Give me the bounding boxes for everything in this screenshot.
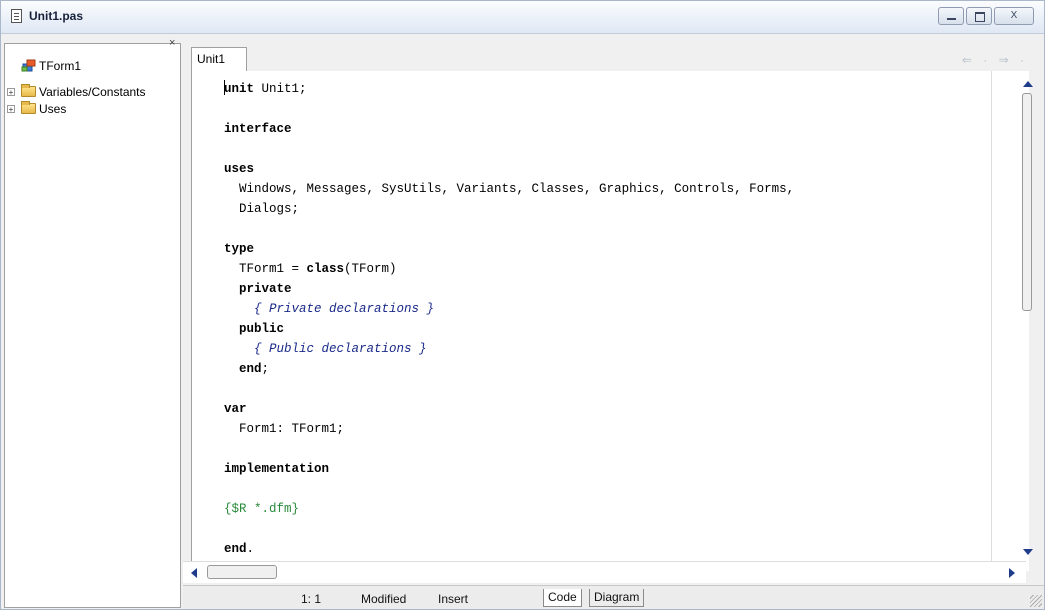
- code-line[interactable]: unit Unit1;: [224, 79, 794, 99]
- code-editor[interactable]: unit Unit1; interface uses Windows, Mess…: [191, 71, 992, 571]
- document-icon: [11, 9, 22, 23]
- scroll-up-icon[interactable]: [1023, 81, 1033, 87]
- nav-arrows-icon[interactable]: ⇐ · ⇒ ·: [962, 53, 1028, 67]
- tree-item-tform1[interactable]: TForm1: [39, 59, 81, 73]
- code-line[interactable]: { Public declarations }: [224, 339, 794, 359]
- status-bar: 1: 1 Modified Insert Code Diagram: [183, 585, 1044, 609]
- folder-icon: [21, 84, 36, 97]
- code-text[interactable]: unit Unit1; interface uses Windows, Mess…: [224, 79, 794, 559]
- code-line[interactable]: {$R *.dfm}: [224, 499, 794, 519]
- code-line[interactable]: private: [224, 279, 794, 299]
- code-line[interactable]: public: [224, 319, 794, 339]
- window-title: Unit1.pas: [29, 9, 84, 23]
- structure-tree: [4, 43, 181, 608]
- title-bar: Unit1.pas X: [1, 1, 1044, 34]
- horizontal-scrollbar[interactable]: [183, 561, 1026, 583]
- tab-unit1[interactable]: Unit1: [191, 47, 247, 71]
- scroll-right-icon[interactable]: [1009, 568, 1015, 578]
- code-line[interactable]: end;: [224, 359, 794, 379]
- code-line[interactable]: interface: [224, 119, 794, 139]
- caption-buttons: X: [938, 7, 1034, 25]
- code-line[interactable]: [224, 379, 794, 399]
- code-line[interactable]: Windows, Messages, SysUtils, Variants, C…: [224, 179, 794, 199]
- code-line[interactable]: var: [224, 399, 794, 419]
- code-line[interactable]: Form1: TForm1;: [224, 419, 794, 439]
- tree-close-icon[interactable]: ×: [169, 37, 175, 49]
- cursor-position: 1: 1: [301, 592, 322, 606]
- scroll-down-icon[interactable]: [1023, 549, 1033, 555]
- editor-window: Unit1.pas X × TForm1 + Variables/Constan…: [0, 0, 1045, 610]
- expand-icon[interactable]: +: [7, 105, 15, 114]
- code-line[interactable]: [224, 439, 794, 459]
- close-button[interactable]: X: [994, 7, 1034, 25]
- insert-mode-indicator: Insert: [438, 592, 469, 606]
- maximize-button[interactable]: [966, 7, 992, 25]
- code-line[interactable]: [224, 139, 794, 159]
- code-line[interactable]: implementation: [224, 459, 794, 479]
- code-line[interactable]: uses: [224, 159, 794, 179]
- code-line[interactable]: TForm1 = class(TForm): [224, 259, 794, 279]
- folder-icon: [21, 101, 36, 114]
- vertical-scrollbar[interactable]: [991, 71, 1033, 571]
- code-line[interactable]: { Private declarations }: [224, 299, 794, 319]
- code-line[interactable]: [224, 219, 794, 239]
- scroll-left-icon[interactable]: [191, 568, 197, 578]
- code-line[interactable]: Dialogs;: [224, 199, 794, 219]
- code-line[interactable]: end.: [224, 539, 794, 559]
- tab-code[interactable]: Code: [543, 589, 582, 607]
- minimize-button[interactable]: [938, 7, 964, 25]
- editor-tab-strip: [183, 43, 1044, 71]
- horizontal-scroll-thumb[interactable]: [207, 565, 277, 579]
- vertical-scroll-thumb[interactable]: [1022, 93, 1032, 311]
- resize-grip-icon[interactable]: [1030, 595, 1042, 607]
- expand-icon[interactable]: +: [7, 88, 15, 97]
- modified-indicator: Modified: [361, 592, 407, 606]
- form-icon: [21, 59, 36, 72]
- code-line[interactable]: [224, 519, 794, 539]
- code-line[interactable]: type: [224, 239, 794, 259]
- tree-item-variables-constants[interactable]: Variables/Constants: [39, 85, 146, 99]
- tree-item-uses[interactable]: Uses: [39, 102, 66, 116]
- tab-diagram[interactable]: Diagram: [589, 589, 645, 607]
- code-line[interactable]: [224, 99, 794, 119]
- code-line[interactable]: [224, 479, 794, 499]
